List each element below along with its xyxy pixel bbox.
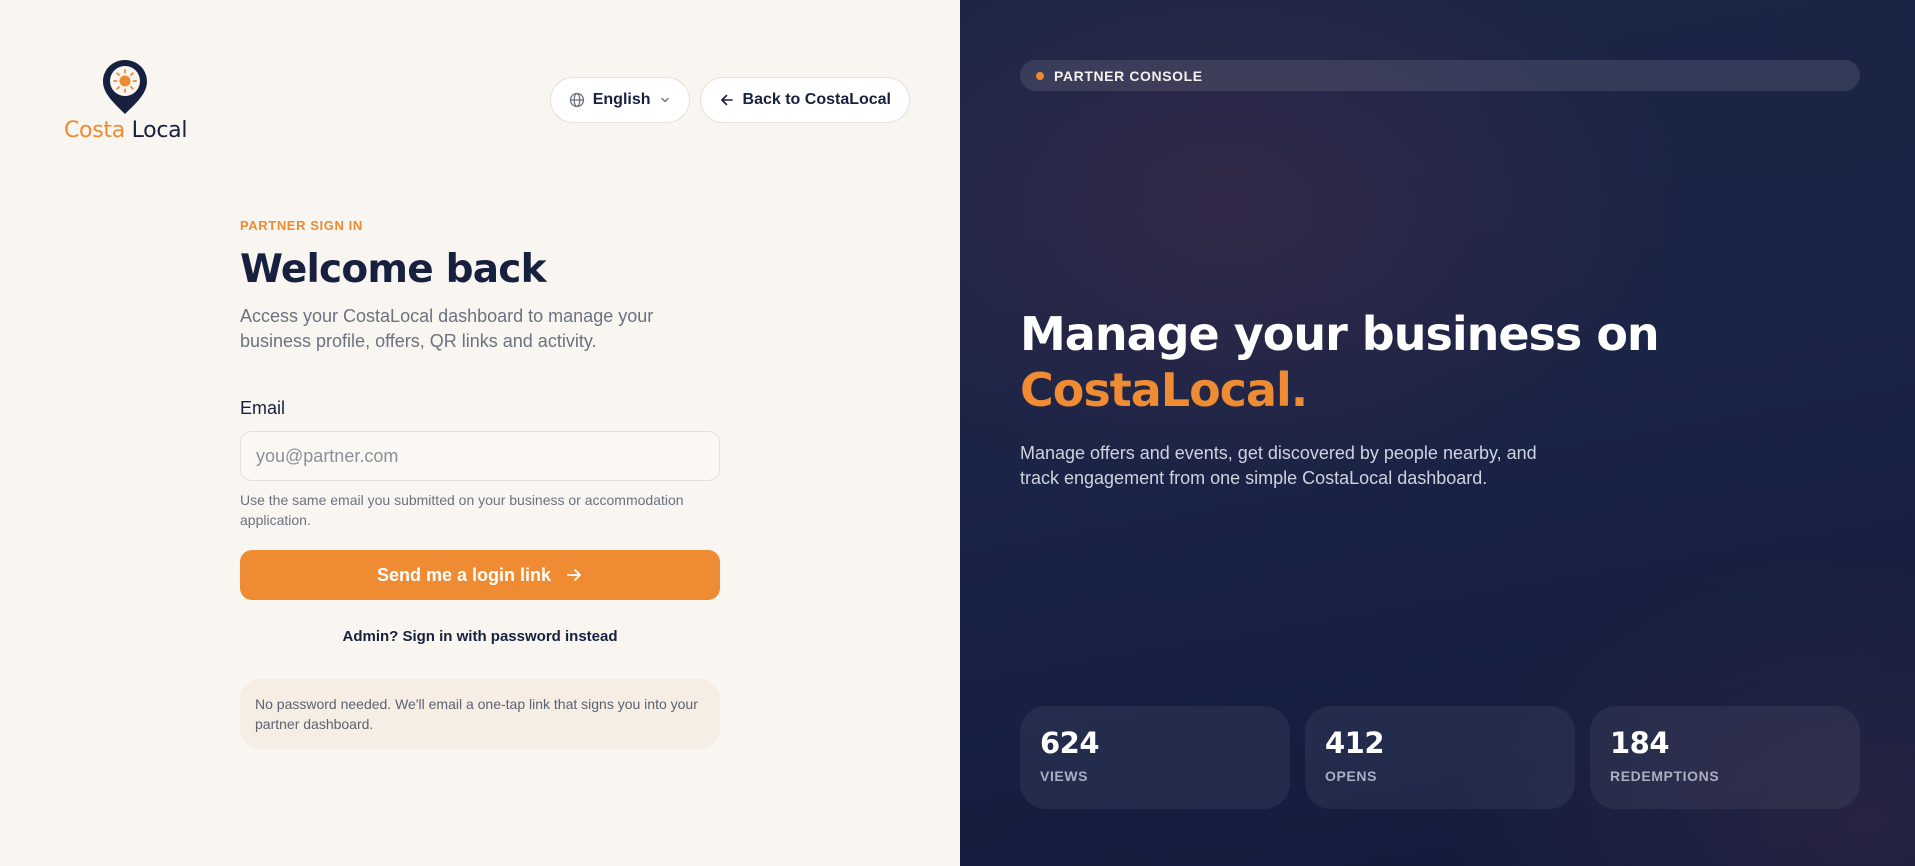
- sign-in-form: PARTNER SIGN IN Welcome back Access your…: [240, 218, 720, 749]
- send-login-link-label: Send me a login link: [376, 564, 552, 585]
- arrow-left-icon: [720, 94, 733, 106]
- stat-value: 624: [1040, 726, 1100, 760]
- stat-label: OPENS: [1325, 768, 1378, 784]
- stats-row: 624 VIEWS 412 OPENS 184 REDEMPTIONS: [1020, 706, 1860, 809]
- language-label: English: [592, 91, 651, 108]
- partner-console-badge: PARTNER CONSOLE: [1020, 60, 1860, 91]
- chevron-down-icon: [660, 97, 669, 103]
- back-label: Back to CostaLocal: [742, 91, 891, 108]
- location-pin-sun-icon: [103, 60, 147, 114]
- stat-label: VIEWS: [1040, 768, 1089, 784]
- brand-name-part1: Costa: [64, 118, 125, 143]
- passwordless-note: No password needed. We'll email a one-ta…: [240, 679, 720, 749]
- promo-headline: Manage your business on CostaLocal.: [1020, 306, 1660, 418]
- partner-console-label: PARTNER CONSOLE: [1054, 67, 1203, 84]
- header-actions: English Back to CostaLocal: [549, 77, 910, 123]
- stat-value: 412: [1325, 726, 1385, 760]
- arrow-right-icon: [567, 569, 581, 581]
- globe-icon: [569, 92, 584, 108]
- sign-in-panel: Costa Local English Back to CostaLocal P…: [0, 0, 960, 866]
- brand-name-part2: Local: [131, 118, 188, 143]
- admin-password-sign-in-link[interactable]: Admin? Sign in with password instead: [240, 628, 720, 645]
- stat-card-opens: 412 OPENS: [1305, 706, 1575, 809]
- email-field[interactable]: [240, 431, 720, 481]
- page-subtitle: Access your CostaLocal dashboard to mana…: [240, 306, 654, 351]
- promo-headline-line2: CostaLocal.: [1020, 363, 1308, 417]
- promo-panel: PARTNER CONSOLE Manage your business on …: [960, 0, 1915, 866]
- send-login-link-button[interactable]: Send me a login link: [240, 550, 720, 600]
- promo-subtitle: Manage offers and events, get discovered…: [1020, 443, 1537, 488]
- stat-value: 184: [1610, 726, 1670, 760]
- promo-headline-line1: Manage your business on: [1020, 307, 1660, 361]
- form-eyebrow: PARTNER SIGN IN: [240, 218, 363, 233]
- page-title: Welcome back: [240, 247, 547, 292]
- stat-label: REDEMPTIONS: [1610, 768, 1720, 784]
- back-to-site-button[interactable]: Back to CostaLocal: [699, 77, 910, 123]
- stat-card-views: 624 VIEWS: [1020, 706, 1290, 809]
- status-dot-icon: [1036, 71, 1044, 80]
- language-selector[interactable]: English: [549, 77, 690, 123]
- brand-logo[interactable]: Costa Local: [64, 58, 188, 143]
- brand-wordmark: Costa Local: [64, 118, 188, 143]
- email-help-text: Use the same email you submitted on your…: [240, 492, 684, 528]
- email-label: Email: [240, 398, 286, 418]
- stat-card-redemptions: 184 REDEMPTIONS: [1590, 706, 1860, 809]
